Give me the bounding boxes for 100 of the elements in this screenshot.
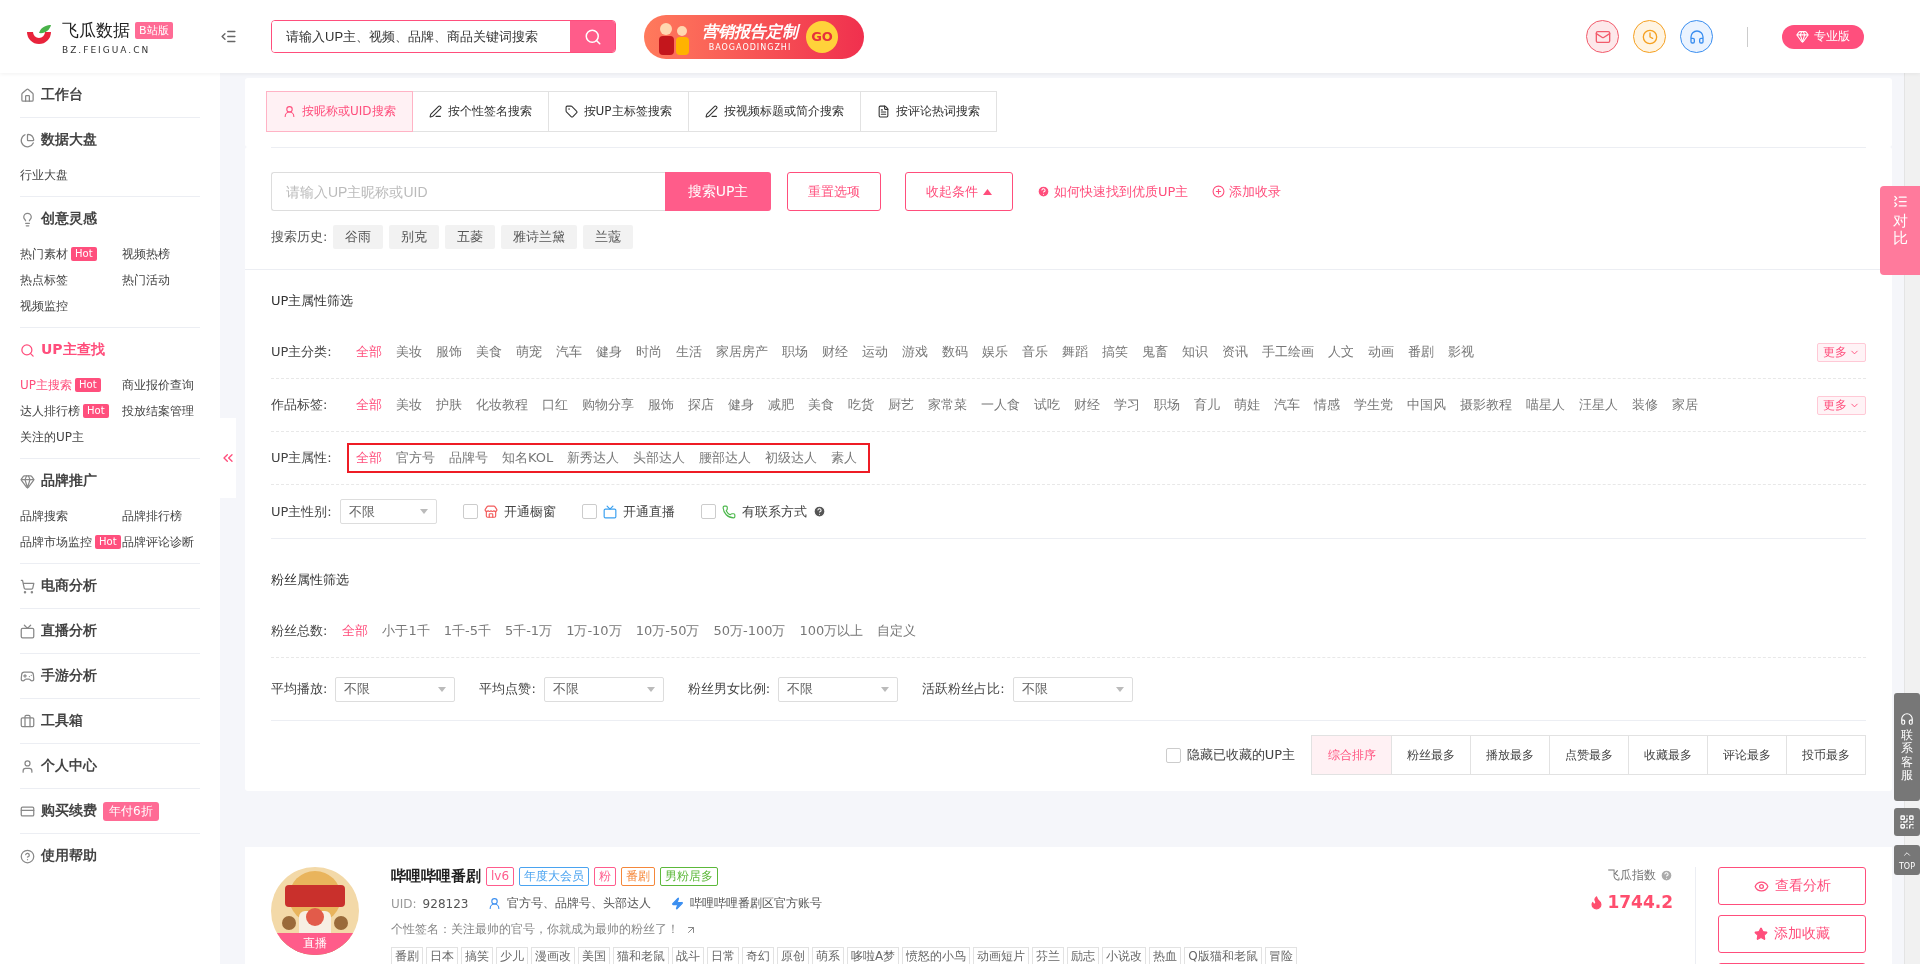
filter-option[interactable]: 素人 [824,449,865,467]
gender-select[interactable]: 不限 [339,499,437,524]
sidebar-item[interactable]: 品牌市场监控 [20,533,92,551]
filter-option[interactable]: 影视 [1441,343,1481,361]
filter-select[interactable]: 不限 [1012,676,1133,702]
filter-option[interactable]: 中国风 [1400,396,1453,414]
sidebar-item[interactable]: 投放结案管理 [122,402,194,420]
filter-option[interactable]: 全部 [349,449,389,467]
filter-option[interactable]: 新秀达人 [560,449,627,467]
filter-option[interactable]: 学习 [1107,396,1147,414]
filter-option[interactable]: 装修 [1625,396,1665,414]
collapse-sidebar-button[interactable] [220,418,236,498]
search-field[interactable]: 请输入UP主、视频、品牌、商品关键词搜索 [271,20,616,53]
checkbox[interactable] [581,504,597,519]
filter-option[interactable]: 自定义 [870,622,924,640]
filter-option[interactable]: 口红 [535,396,575,414]
collapse-button[interactable]: 收起条件 [905,172,1013,211]
filter-option[interactable]: 知识 [1175,343,1215,361]
filter-option[interactable]: 小于1千 [375,622,437,640]
history-chip[interactable]: 兰蔻 [583,225,634,249]
more-button[interactable]: 更多 [1817,342,1866,362]
sidebar-item[interactable]: 行业大盘 [20,166,68,184]
filter-option[interactable]: 1千-5千 [436,622,498,640]
qr-code-button[interactable] [1894,808,1920,836]
filter-option[interactable]: 运动 [855,343,895,361]
history-chip[interactable]: 谷雨 [333,225,384,249]
filter-option[interactable]: 探店 [681,396,721,414]
filter-option[interactable]: 5千-1万 [497,622,560,640]
filter-option[interactable]: 职场 [775,343,815,361]
sidebar-item[interactable]: 视频监控 [20,297,68,315]
history-chip[interactable]: 别克 [389,225,440,249]
sidebar-item[interactable]: 商业报价查询 [122,376,194,394]
filter-option[interactable]: 美食 [469,343,509,361]
filter-option[interactable]: 番剧 [1401,343,1441,361]
mail-button[interactable] [1586,20,1619,53]
sidebar-section[interactable]: 电商分析 [20,564,200,608]
filter-option[interactable]: 吃货 [841,396,881,414]
filter-option[interactable]: 职场 [1147,396,1187,414]
sidebar-item[interactable]: 热点标签 [20,271,68,289]
filter-option[interactable]: 厨艺 [881,396,921,414]
checkbox[interactable] [700,504,716,519]
filter-option[interactable]: 全部 [349,396,389,414]
search-tab[interactable]: 按个性签名搜索 [411,91,549,132]
filter-option[interactable]: 音乐 [1015,343,1055,361]
filter-select[interactable]: 不限 [543,676,664,702]
filter-option[interactable]: 学生党 [1347,396,1400,414]
filter-option[interactable]: 数码 [935,343,975,361]
analysis-button[interactable]: 查看分析 [1718,867,1866,905]
uid-search-field[interactable]: 请输入UP主昵称或UID [271,172,665,211]
promo-banner[interactable]: 营销报告定制 BAOGAODINGZHI GO [644,14,864,59]
sidebar-section[interactable]: 数据大盘 [20,118,200,162]
filter-option[interactable]: 情感 [1307,396,1347,414]
favorite-button[interactable]: 添加收藏 [1718,915,1866,953]
filter-option[interactable]: 100万以上 [792,622,871,640]
sidebar-section[interactable]: 创意灵感 [20,197,200,241]
filter-option[interactable]: 试吃 [1027,396,1067,414]
filter-option[interactable]: 美食 [801,396,841,414]
history-chip[interactable]: 雅诗兰黛 [501,225,578,249]
top-button[interactable]: TOP [1894,845,1920,875]
filter-option[interactable]: 美妆 [389,396,429,414]
filter-option[interactable]: 资讯 [1215,343,1255,361]
filter-option[interactable]: 护肤 [429,396,469,414]
help-icon[interactable] [812,505,826,518]
filter-option[interactable]: 品牌号 [442,449,495,467]
filter-option[interactable]: 健身 [589,343,629,361]
filter-option[interactable]: 萌宠 [509,343,549,361]
filter-option[interactable]: 10万-50万 [628,622,707,640]
filter-option[interactable]: 服饰 [641,396,681,414]
filter-option[interactable]: 购物分享 [575,396,641,414]
filter-option[interactable]: 搞笑 [1095,343,1135,361]
filter-option[interactable]: 汽车 [549,343,589,361]
search-tab[interactable]: 按昵称或UID搜索 [266,91,413,132]
search-tab[interactable]: 按UP主标签搜索 [547,91,689,132]
sidebar-item[interactable]: 品牌评论诊断 [122,533,194,551]
filter-option[interactable]: 家常菜 [921,396,974,414]
filter-option[interactable]: 舞蹈 [1055,343,1095,361]
sidebar-section[interactable]: 直播分析 [20,609,200,653]
filter-option[interactable]: 游戏 [895,343,935,361]
sidebar-section[interactable]: 个人中心 [20,744,200,788]
filter-option[interactable]: 腰部达人 [692,449,759,467]
filter-option[interactable]: 汪星人 [1572,396,1625,414]
contact-button[interactable]: 联系客服 [1894,693,1920,801]
filter-option[interactable]: 育儿 [1187,396,1227,414]
reset-button[interactable]: 重置选项 [787,172,881,211]
compare-button[interactable]: 对比 [1880,186,1920,275]
filter-option[interactable]: 动画 [1361,343,1401,361]
filter-option[interactable]: 汽车 [1267,396,1307,414]
search-tab[interactable]: 按评论热词搜索 [859,91,997,132]
filter-option[interactable]: 全部 [349,343,389,361]
menu-button[interactable] [220,28,237,45]
filter-option[interactable]: 1万-10万 [559,622,629,640]
filter-option[interactable]: 生活 [669,343,709,361]
sort-tab[interactable]: 综合排序 [1312,736,1391,774]
sidebar-item[interactable]: 品牌搜索 [20,507,68,525]
filter-option[interactable]: 全部 [335,622,376,640]
sidebar-section[interactable]: 购买续费 年付6折 [20,789,200,833]
checkbox[interactable] [1165,747,1181,763]
more-button[interactable]: 更多 [1817,395,1866,415]
filter-option[interactable]: 初级达人 [758,449,825,467]
sidebar-section[interactable]: 品牌推广 [20,459,200,503]
